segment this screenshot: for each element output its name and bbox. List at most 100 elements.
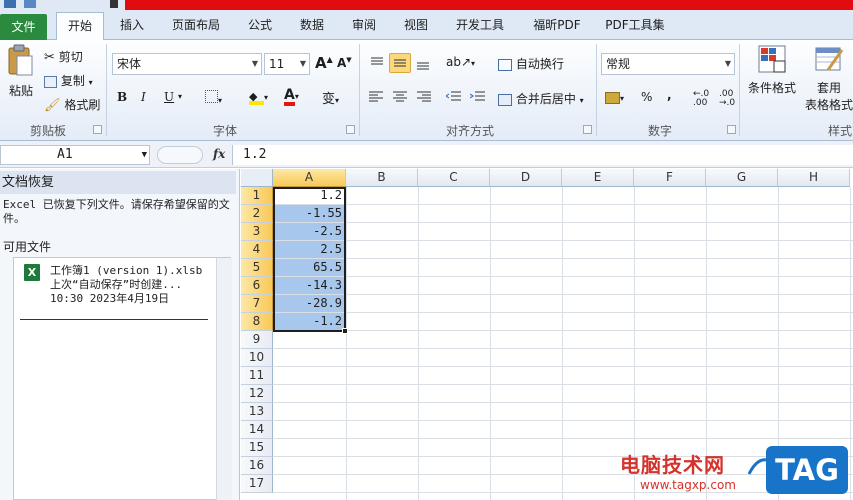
decrease-decimal-button[interactable]: .00 →.0	[719, 90, 735, 108]
column-header-e[interactable]: E	[562, 169, 634, 187]
shrink-font-button[interactable]: A▼	[337, 56, 352, 70]
align-right-button[interactable]	[416, 90, 434, 107]
column-header-b[interactable]: B	[346, 169, 418, 187]
borders-button[interactable]: ▾	[205, 90, 222, 106]
row-header[interactable]: 14	[241, 421, 273, 439]
number-launcher-icon[interactable]	[727, 125, 736, 134]
column-header-f[interactable]: F	[634, 169, 706, 187]
fill-handle[interactable]	[342, 328, 348, 334]
grow-font-button[interactable]: A▲	[315, 54, 333, 72]
row-header[interactable]: 6	[241, 277, 273, 295]
align-bottom-button[interactable]	[414, 54, 432, 72]
align-middle-button[interactable]	[389, 53, 411, 73]
cell-a6[interactable]: -14.3	[274, 277, 345, 294]
percent-button[interactable]: %	[641, 90, 652, 104]
tab-data[interactable]: 数据	[290, 12, 334, 40]
merge-dropdown-icon[interactable]: ▾	[580, 96, 584, 105]
underline-button[interactable]: U	[164, 90, 174, 104]
tab-home[interactable]: 开始	[56, 12, 104, 41]
row-header[interactable]: 3	[241, 223, 273, 241]
row-header[interactable]: 9	[241, 331, 273, 349]
cell-a1[interactable]: 1.2	[274, 187, 345, 204]
redo-icon[interactable]	[64, 0, 76, 8]
row-header[interactable]: 15	[241, 439, 273, 457]
row-header[interactable]: 2	[241, 205, 273, 223]
comma-button[interactable]: ,	[667, 88, 672, 102]
tab-insert[interactable]: 插入	[110, 12, 154, 40]
select-all-corner[interactable]	[241, 169, 273, 187]
row-header[interactable]: 17	[241, 475, 273, 493]
column-header-g[interactable]: G	[706, 169, 778, 187]
row-header[interactable]: 10	[241, 349, 273, 367]
align-left-button[interactable]	[368, 90, 386, 107]
tab-file[interactable]: 文件	[0, 14, 47, 40]
number-format-select[interactable]: 常规 ▼	[601, 53, 735, 75]
tab-view[interactable]: 视图	[394, 12, 438, 40]
italic-button[interactable]: I	[141, 90, 146, 104]
bold-button[interactable]: B	[117, 90, 127, 104]
column-header-a[interactable]: A	[273, 169, 346, 187]
undo-icon[interactable]	[44, 0, 56, 8]
align-top-button[interactable]	[368, 54, 386, 72]
font-launcher-icon[interactable]	[346, 125, 355, 134]
save-icon[interactable]	[24, 0, 36, 8]
merge-center-button[interactable]: 合并后居中 ▾	[498, 90, 584, 107]
row-header[interactable]: 5	[241, 259, 273, 277]
cell-a7[interactable]: -28.9	[274, 295, 345, 312]
row-header[interactable]: 12	[241, 385, 273, 403]
tab-foxit-pdf[interactable]: 福昕PDF	[524, 12, 590, 40]
worksheet-grid[interactable]: ABCDEFGH 1 2 3 4 5 6 7 8 9 10 11 12 13 14 15 16 17 1.2 -1…	[241, 169, 853, 500]
row-header[interactable]: 11	[241, 367, 273, 385]
tab-pdf-tools[interactable]: PDF工具集	[600, 12, 670, 40]
decrease-decimal-icon: .00 →.0	[719, 89, 736, 108]
format-as-table-button[interactable]: 套用 表格格式	[800, 44, 853, 113]
orientation-button[interactable]: ab↗▾	[446, 55, 475, 69]
conditional-formatting-button[interactable]: 条件格式	[746, 44, 798, 96]
recovered-file-item[interactable]: X 工作簿1 (version 1).xlsb 上次“自动保存”时创建... 1…	[14, 258, 214, 314]
accounting-format-button[interactable]: ▾	[605, 90, 624, 104]
formula-input[interactable]: 1.2	[232, 145, 853, 165]
wrap-text-button[interactable]: 自动换行	[498, 55, 564, 72]
tab-review[interactable]: 审阅	[342, 12, 386, 40]
tab-formulas[interactable]: 公式	[238, 12, 282, 40]
cell-a3[interactable]: -2.5	[274, 223, 345, 240]
font-name-select[interactable]: 宋体 ▼	[112, 53, 262, 75]
tab-developer[interactable]: 开发工具	[446, 12, 514, 40]
cut-button[interactable]: ✂ 剪切	[44, 48, 83, 65]
clipboard-launcher-icon[interactable]	[93, 125, 102, 134]
row-header[interactable]: 16	[241, 457, 273, 475]
column-header-c[interactable]: C	[418, 169, 490, 187]
cell-a8[interactable]: -1.2	[274, 313, 345, 330]
row-header[interactable]: 13	[241, 403, 273, 421]
copy-button[interactable]: 复制 ▾	[44, 72, 93, 89]
cell-a2[interactable]: -1.55	[274, 205, 345, 222]
paste-button[interactable]: 粘贴	[6, 44, 36, 120]
row-header[interactable]: 8	[241, 313, 273, 331]
quick-access-dropdown-icon[interactable]	[110, 0, 118, 8]
phonetic-button[interactable]: 变▾	[322, 88, 339, 107]
copy-dropdown-icon[interactable]: ▾	[89, 78, 93, 87]
font-color-button[interactable]: A▾	[284, 88, 299, 106]
column-header-h[interactable]: H	[778, 169, 850, 187]
column-header-d[interactable]: D	[490, 169, 562, 187]
insert-function-button[interactable]: fx	[213, 147, 225, 161]
cell-a5[interactable]: 65.5	[274, 259, 345, 276]
format-painter-button[interactable]: 🖌 格式刷	[44, 96, 100, 113]
row-header[interactable]: 7	[241, 295, 273, 313]
alignment-launcher-icon[interactable]	[583, 125, 592, 134]
recovery-scrollbar[interactable]	[216, 258, 232, 500]
row-header[interactable]: 1	[241, 187, 273, 205]
increase-decimal-button[interactable]: ←.0.00	[693, 90, 709, 108]
row-header[interactable]: 4	[241, 241, 273, 259]
decrease-indent-button[interactable]	[445, 90, 464, 107]
name-box-dropdown-icon[interactable]: ▼	[142, 146, 147, 164]
formula-bar-resize-handle[interactable]	[157, 146, 203, 164]
cell-a4[interactable]: 2.5	[274, 241, 345, 258]
underline-dropdown-icon[interactable]: ▾	[178, 92, 182, 101]
fill-color-button[interactable]: ◆ ▾	[249, 89, 268, 105]
name-box[interactable]: A1 ▼	[0, 145, 150, 165]
align-center-button[interactable]	[392, 90, 410, 107]
tab-page-layout[interactable]: 页面布局	[163, 12, 229, 40]
increase-indent-button[interactable]	[469, 90, 488, 107]
font-size-select[interactable]: 11 ▼	[264, 53, 310, 75]
